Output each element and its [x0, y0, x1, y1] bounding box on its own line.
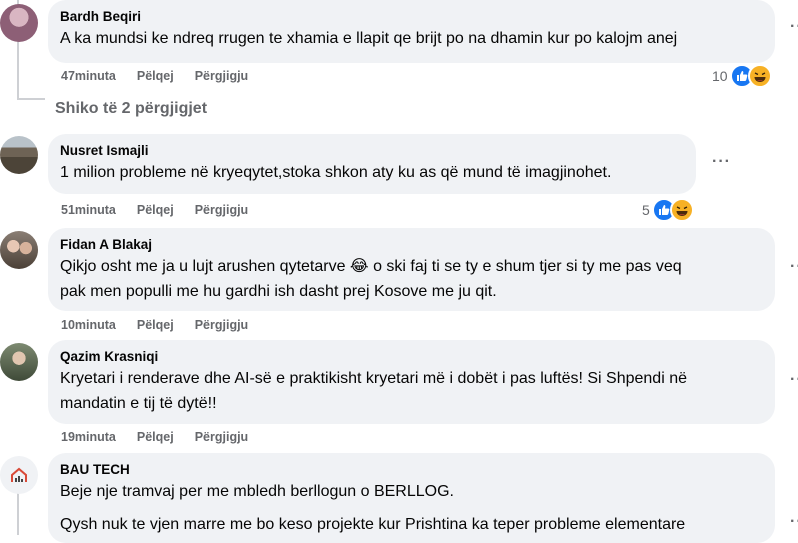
haha-icon — [747, 64, 772, 88]
like-button[interactable]: Pëlqej — [137, 430, 174, 444]
reply-button[interactable]: Përgjigju — [195, 203, 248, 217]
comment-time[interactable]: 51minuta — [61, 203, 116, 217]
reply-button[interactable]: Përgjigju — [195, 69, 248, 83]
more-options-icon[interactable]: ··· — [790, 258, 798, 276]
comment-bubble: Fidan A Blakaj Qikjo osht me ja u lujt a… — [48, 228, 775, 311]
comment-bubble: Qazim Krasniqi Kryetari i renderave dhe … — [48, 340, 775, 424]
comment-text-line: mandatin e tij të dytë!! — [60, 395, 217, 412]
comment-text-line: pak men populli me hu gardhi ish dasht p… — [60, 283, 497, 300]
comment-author[interactable]: Bardh Beqiri — [60, 8, 763, 26]
reply-thread-connector — [17, 98, 45, 100]
more-options-icon[interactable]: ··· — [712, 153, 731, 171]
reply-button[interactable]: Përgjigju — [195, 430, 248, 444]
comment-text: A ka mundsi ke ndreq rrugen te xhamia e … — [60, 30, 678, 47]
laughing-emoji: 😂 — [349, 258, 369, 275]
comment-bubble: BAU TECH Beje nje tramvaj per me mbledh … — [48, 453, 775, 543]
comment-time[interactable]: 19minuta — [61, 430, 116, 444]
comment-author[interactable]: BAU TECH — [60, 461, 763, 479]
like-button[interactable]: Pëlqej — [137, 318, 174, 332]
comment-actions: 19minuta Pëlqej Përgjigju — [61, 430, 269, 444]
comment-author[interactable]: Nusret Ismajli — [60, 142, 684, 160]
avatar[interactable] — [0, 231, 38, 269]
reaction-summary[interactable]: 10 — [712, 64, 772, 88]
comment-author[interactable]: Qazim Krasniqi — [60, 348, 763, 366]
like-button[interactable]: Pëlqej — [137, 69, 174, 83]
comment-text-line: Beje nje tramvaj per me mbledh berllogun… — [60, 483, 454, 500]
more-options-icon[interactable]: ··· — [790, 513, 798, 531]
comment-bubble: Bardh Beqiri A ka mundsi ke ndreq rrugen… — [48, 0, 775, 63]
comment-text: Qikjo osht me ja u lujt arushen qytetarv… — [60, 254, 763, 279]
avatar[interactable] — [0, 136, 38, 174]
reaction-count: 10 — [712, 68, 728, 84]
comment-text-line: Kryetari i renderave dhe AI-së e praktik… — [60, 370, 687, 387]
comment-author[interactable]: Fidan A Blakaj — [60, 236, 763, 254]
comment-time[interactable]: 10minuta — [61, 318, 116, 332]
avatar[interactable] — [0, 456, 38, 494]
comment-time[interactable]: 47minuta — [61, 69, 116, 83]
reply-button[interactable]: Përgjigju — [195, 318, 248, 332]
avatar[interactable] — [0, 4, 38, 42]
haha-icon — [669, 198, 694, 222]
avatar[interactable] — [0, 343, 38, 381]
comment-text-part: Qikjo osht me ja u lujt arushen qytetarv… — [60, 258, 350, 275]
comment-actions: 10minuta Pëlqej Përgjigju — [61, 318, 269, 332]
comment-actions: 47minuta Pëlqej Përgjigju — [61, 69, 269, 83]
like-button[interactable]: Pëlqej — [137, 203, 174, 217]
view-replies-link[interactable]: Shiko të 2 përgjigjet — [55, 100, 207, 118]
reply-thread-connector — [17, 490, 19, 535]
comment-text-part: o ski faj ti se ty e shum tjer si ty me … — [368, 258, 682, 275]
comment-text: 1 milion probleme në kryeqytet,stoka shk… — [60, 164, 612, 181]
more-options-icon[interactable]: ··· — [790, 18, 798, 36]
comment-bubble: Nusret Ismajli 1 milion probleme në krye… — [48, 134, 696, 194]
more-options-icon[interactable]: ··· — [790, 371, 798, 389]
comment-actions: 51minuta Pëlqej Përgjigju — [61, 203, 269, 217]
reaction-summary[interactable]: 5 — [642, 198, 694, 222]
comment-text-line: Qysh nuk te vjen marre me bo keso projek… — [60, 516, 686, 533]
reaction-count: 5 — [642, 202, 650, 218]
bau-tech-logo-icon — [11, 467, 27, 482]
